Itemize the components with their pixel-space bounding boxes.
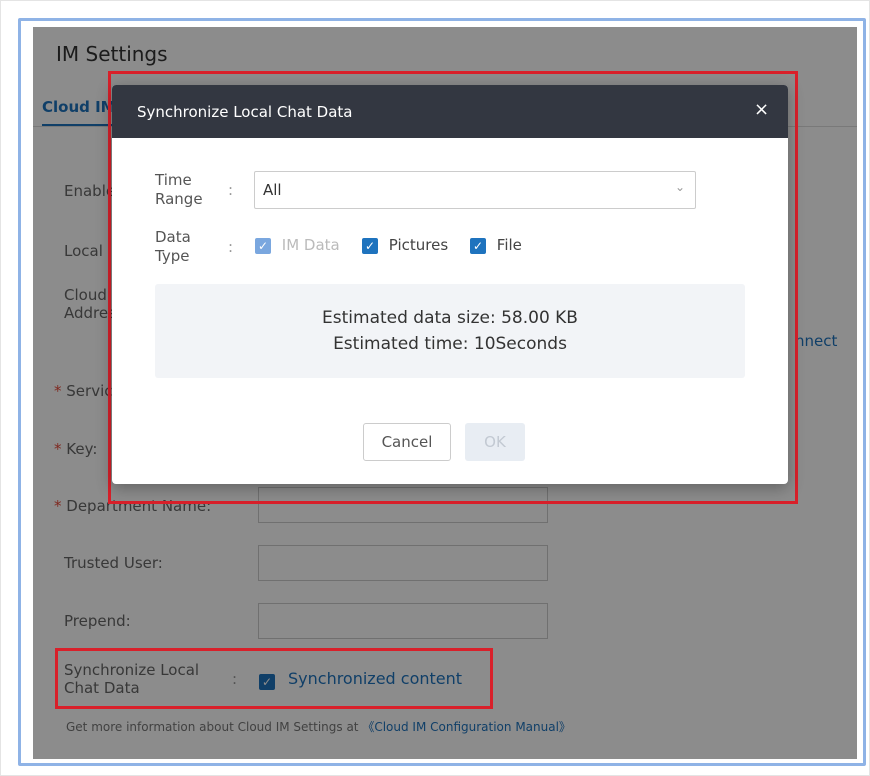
checkmark-icon: ✓ — [255, 237, 271, 254]
file-label: File — [496, 236, 522, 254]
checkmark-icon: ✓ — [362, 237, 378, 254]
im-data-label: IM Data — [281, 236, 340, 254]
dialog-title: Synchronize Local Chat Data — [137, 103, 353, 121]
checkmark-icon: ✓ — [470, 237, 486, 254]
time-range-colon: : — [228, 181, 234, 199]
data-type-label-line1: Data — [155, 228, 191, 246]
pictures-label: Pictures — [388, 236, 449, 254]
highlight-box-sync-option — [55, 648, 493, 709]
pictures-option[interactable]: ✓ Pictures — [362, 236, 448, 254]
time-range-label-line2: Range — [155, 190, 203, 208]
data-type-colon: : — [228, 238, 234, 256]
chevron-down-icon: ⌄ — [674, 180, 685, 194]
time-range-label-line1: Time — [155, 171, 192, 189]
dialog-header: Synchronize Local Chat Data × — [112, 85, 788, 138]
im-data-option[interactable]: ✓ IM Data — [255, 236, 340, 254]
estimate-box: Estimated data size: 58.00 KB Estimated … — [155, 284, 745, 378]
time-range-value: All — [263, 181, 282, 199]
estimated-size: Estimated data size: 58.00 KB — [322, 308, 578, 328]
data-type-label-line2: Type — [155, 247, 190, 265]
time-range-select[interactable]: All ⌄ — [254, 171, 696, 209]
close-icon[interactable]: × — [754, 99, 769, 120]
cancel-button[interactable]: Cancel — [363, 423, 451, 461]
sync-dialog: Synchronize Local Chat Data × Time Range… — [112, 85, 788, 484]
estimated-time: Estimated time: 10Seconds — [333, 334, 567, 354]
file-option[interactable]: ✓ File — [470, 236, 522, 254]
ok-button[interactable]: OK — [465, 423, 525, 461]
